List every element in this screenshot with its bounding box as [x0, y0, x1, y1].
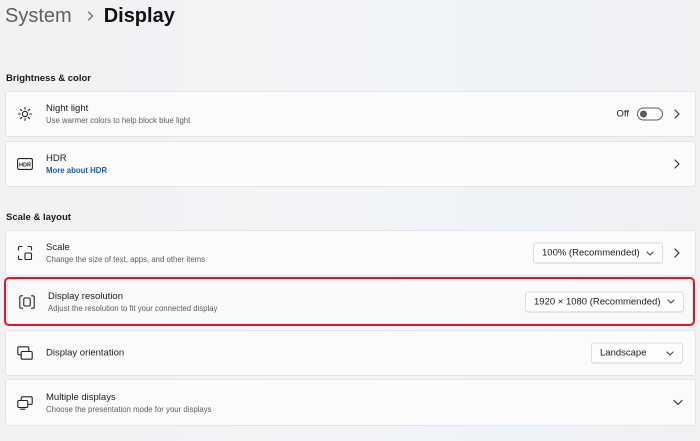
- display-resolution-dropdown-value: 1920 × 1080 (Recommended): [534, 296, 661, 307]
- breadcrumb-system-link[interactable]: System: [5, 5, 72, 28]
- svg-text:HDR: HDR: [19, 162, 31, 168]
- chevron-down-icon: [667, 299, 675, 305]
- scale-dropdown-value: 100% (Recommended): [542, 247, 640, 259]
- orientation-icon: [17, 345, 33, 361]
- hdr-setting[interactable]: HDR HDR More about HDR: [5, 141, 696, 187]
- scale-setting[interactable]: Scale Change the size of text, apps, and…: [5, 230, 696, 276]
- display-resolution-text: Display resolution Adjust the resolution…: [48, 290, 217, 314]
- night-light-text: Night light Use warmer colors to help bl…: [46, 102, 190, 126]
- chevron-right-icon[interactable]: [673, 159, 681, 169]
- display-settings-page: System Display Brightness & color Night …: [0, 0, 700, 441]
- scale-text: Scale Change the size of text, apps, and…: [46, 241, 205, 265]
- display-orientation-dropdown[interactable]: Landscape: [591, 342, 683, 364]
- multiple-displays-setting[interactable]: Multiple displays Choose the presentatio…: [5, 379, 696, 426]
- display-resolution-title: Display resolution: [48, 290, 123, 302]
- night-light-toggle-state: Off: [616, 108, 630, 120]
- night-light-toggle[interactable]: [637, 107, 663, 121]
- night-light-toggle-group: Off: [616, 107, 663, 121]
- display-orientation-dropdown-value: Landscape: [600, 347, 647, 359]
- display-orientation-text: Display orientation: [46, 347, 124, 360]
- chevron-down-icon: [666, 350, 674, 356]
- scale-icon: [17, 245, 33, 261]
- chevron-right-icon[interactable]: [673, 109, 681, 119]
- display-resolution-dropdown[interactable]: 1920 × 1080 (Recommended): [525, 291, 684, 312]
- scale-description: Change the size of text, apps, and other…: [46, 255, 206, 264]
- toggle-knob: [640, 110, 647, 118]
- hdr-title: HDR: [46, 153, 67, 164]
- multiple-displays-text: Multiple displays Choose the presentatio…: [46, 391, 212, 415]
- chevron-right-icon: [87, 11, 94, 21]
- multiple-displays-description: Choose the presentation mode for your di…: [46, 404, 212, 414]
- hdr-icon: HDR: [17, 156, 33, 172]
- multiple-displays-title: Multiple displays: [46, 391, 116, 403]
- chevron-down-icon[interactable]: [673, 399, 683, 407]
- display-orientation-title: Display orientation: [46, 347, 125, 359]
- section-header-scale-layout: Scale & layout: [6, 212, 71, 223]
- breadcrumb: System Display: [5, 1, 175, 31]
- multiple-displays-icon: [17, 395, 33, 411]
- night-light-description: Use warmer colors to help block blue lig…: [46, 116, 191, 125]
- chevron-right-icon[interactable]: [673, 248, 681, 258]
- resolution-icon: [19, 294, 35, 310]
- display-resolution-setting[interactable]: Display resolution Adjust the resolution…: [7, 279, 693, 324]
- brightness-sun-icon: [17, 106, 33, 122]
- more-about-hdr-link[interactable]: More about HDR: [46, 165, 107, 176]
- scale-title: Scale: [46, 242, 70, 253]
- section-header-brightness: Brightness & color: [6, 73, 91, 84]
- night-light-title: Night light: [46, 103, 89, 114]
- hdr-text: HDR More about HDR: [46, 152, 107, 176]
- display-orientation-setting[interactable]: Display orientation Landscape: [5, 330, 696, 376]
- page-title: Display: [103, 4, 175, 27]
- display-resolution-description: Adjust the resolution to fit your connec…: [48, 303, 218, 313]
- chevron-down-icon: [646, 250, 654, 256]
- scale-dropdown[interactable]: 100% (Recommended): [533, 242, 663, 264]
- night-light-setting[interactable]: Night light Use warmer colors to help bl…: [5, 91, 696, 137]
